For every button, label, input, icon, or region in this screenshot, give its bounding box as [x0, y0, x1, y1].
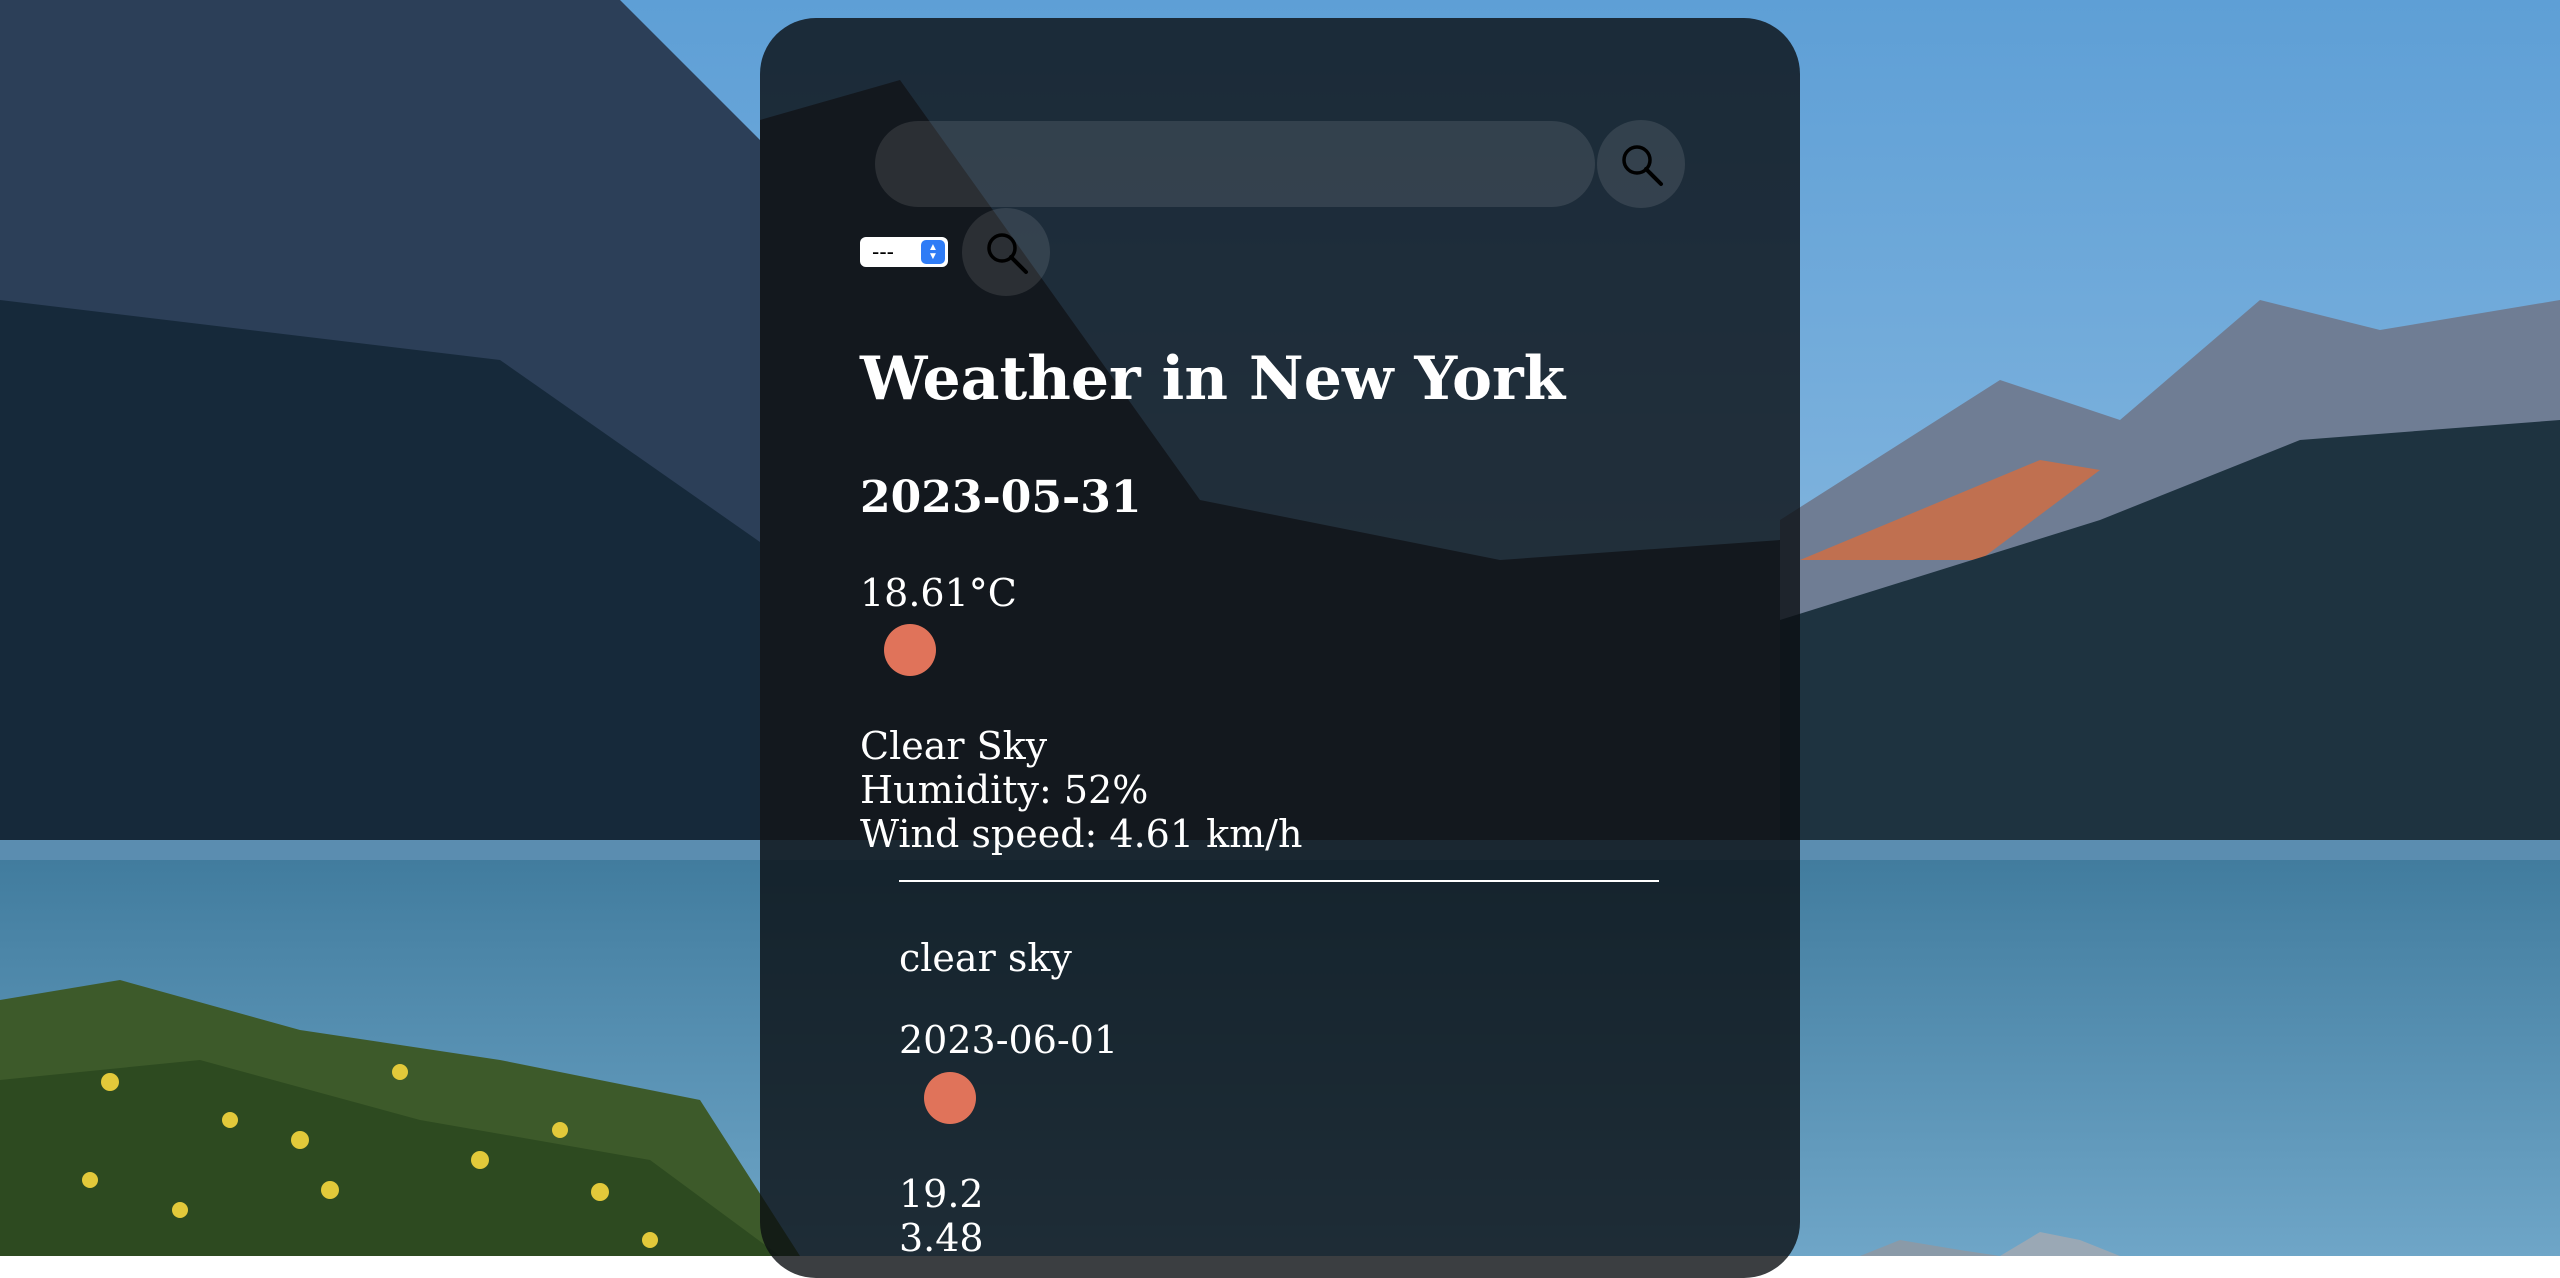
current-wind-speed: Wind speed: 4.61 km/h [860, 812, 1303, 856]
current-temperature: 18.61°C [860, 571, 1017, 615]
forecast-description: clear sky [899, 936, 1072, 980]
sun-icon [884, 624, 936, 676]
search-icon [987, 233, 1028, 274]
city-select[interactable]: --- ▲ ▼ [860, 237, 948, 267]
forecast-wind: 3.48 [899, 1216, 984, 1260]
current-date: 2023-05-31 [860, 472, 1142, 523]
search-button[interactable] [1597, 120, 1685, 208]
current-description: Clear Sky [860, 724, 1048, 768]
forecast-date: 2023-06-01 [899, 1018, 1119, 1062]
forecast-divider [899, 880, 1659, 882]
search-bar [875, 120, 1685, 208]
current-humidity: Humidity: 52% [860, 768, 1149, 812]
weather-title: Weather in New York [860, 344, 1566, 414]
city-select-value: --- [872, 239, 894, 264]
select-stepper-icon: ▲ ▼ [921, 240, 945, 264]
city-select-row: --- ▲ ▼ [860, 208, 1050, 296]
weather-card: --- ▲ ▼ Weather in New York 2023-05-31 18… [760, 18, 1800, 1278]
search-icon [1622, 145, 1663, 186]
sun-icon [924, 1072, 976, 1124]
select-search-button[interactable] [962, 208, 1050, 296]
forecast-temp: 19.2 [899, 1172, 984, 1216]
search-input[interactable] [875, 121, 1595, 207]
